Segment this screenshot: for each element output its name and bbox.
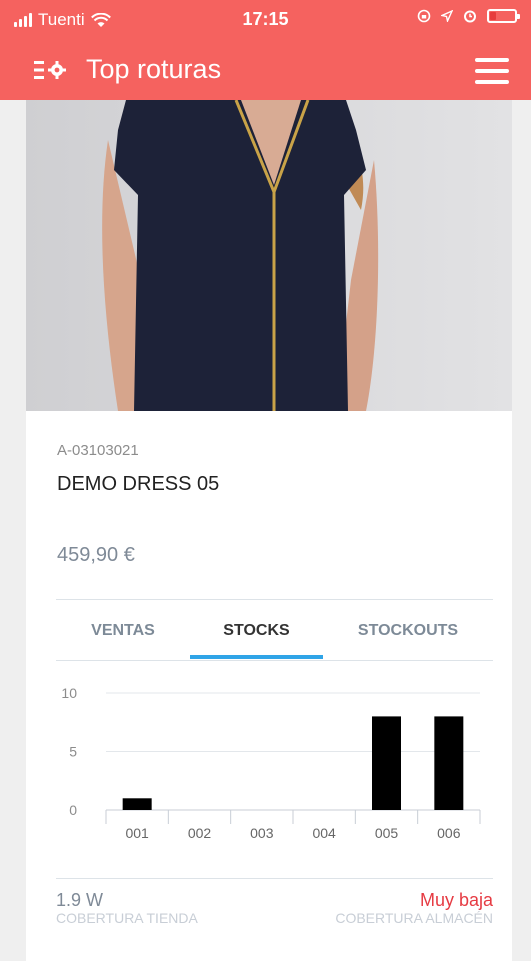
bar [372, 716, 401, 810]
warehouse-coverage-label: COBERTURA ALMACÉN [335, 910, 493, 926]
product-price: 459,90 € [57, 544, 135, 566]
x-tick-label: 001 [125, 825, 149, 841]
product-name: DEMO DRESS 05 [57, 473, 220, 495]
y-tick-label: 0 [69, 802, 77, 818]
tab-stockouts[interactable]: STOCKOUTS [323, 600, 493, 660]
product-card: A-03103021 DEMO DRESS 05 459,90 € VENTAS… [26, 100, 512, 961]
battery-icon [487, 9, 520, 23]
tab-stocks[interactable]: STOCKS [190, 600, 323, 660]
hamburger-menu-icon[interactable] [475, 58, 509, 84]
x-tick-label: 002 [188, 825, 212, 841]
status-bar: Tuenti 17:15 [0, 0, 531, 40]
y-tick-label: 5 [69, 744, 77, 760]
app-bar: Top roturas [0, 40, 531, 100]
store-coverage-label: COBERTURA TIENDA [56, 910, 198, 926]
filter-settings-icon[interactable] [34, 58, 68, 82]
warehouse-coverage-value: Muy baja [419, 890, 493, 910]
x-tick-label: 006 [437, 825, 461, 841]
tab-active-indicator [190, 655, 323, 659]
x-tick-label: 004 [312, 825, 336, 841]
location-icon [441, 10, 453, 22]
y-tick-label: 10 [61, 685, 77, 701]
bar [434, 716, 464, 810]
x-tick-label: 005 [375, 825, 399, 841]
lock-rotation-icon [417, 9, 431, 23]
bar [122, 798, 152, 810]
store-coverage-value: 1.9 W [56, 890, 104, 910]
status-right [417, 9, 520, 23]
page-title: Top roturas [86, 54, 222, 84]
product-image [26, 100, 512, 411]
x-tick-label: 003 [250, 825, 274, 841]
tab-bar: VENTAS STOCKS STOCKOUTS [56, 599, 493, 661]
stock-bar-chart: 0 5 10 001 002 003 004 005 006 [61, 685, 481, 841]
tab-ventas[interactable]: VENTAS [56, 600, 190, 660]
alarm-icon [464, 10, 476, 23]
product-reference: A-03103021 [57, 442, 139, 459]
coverage-divider [56, 878, 493, 879]
